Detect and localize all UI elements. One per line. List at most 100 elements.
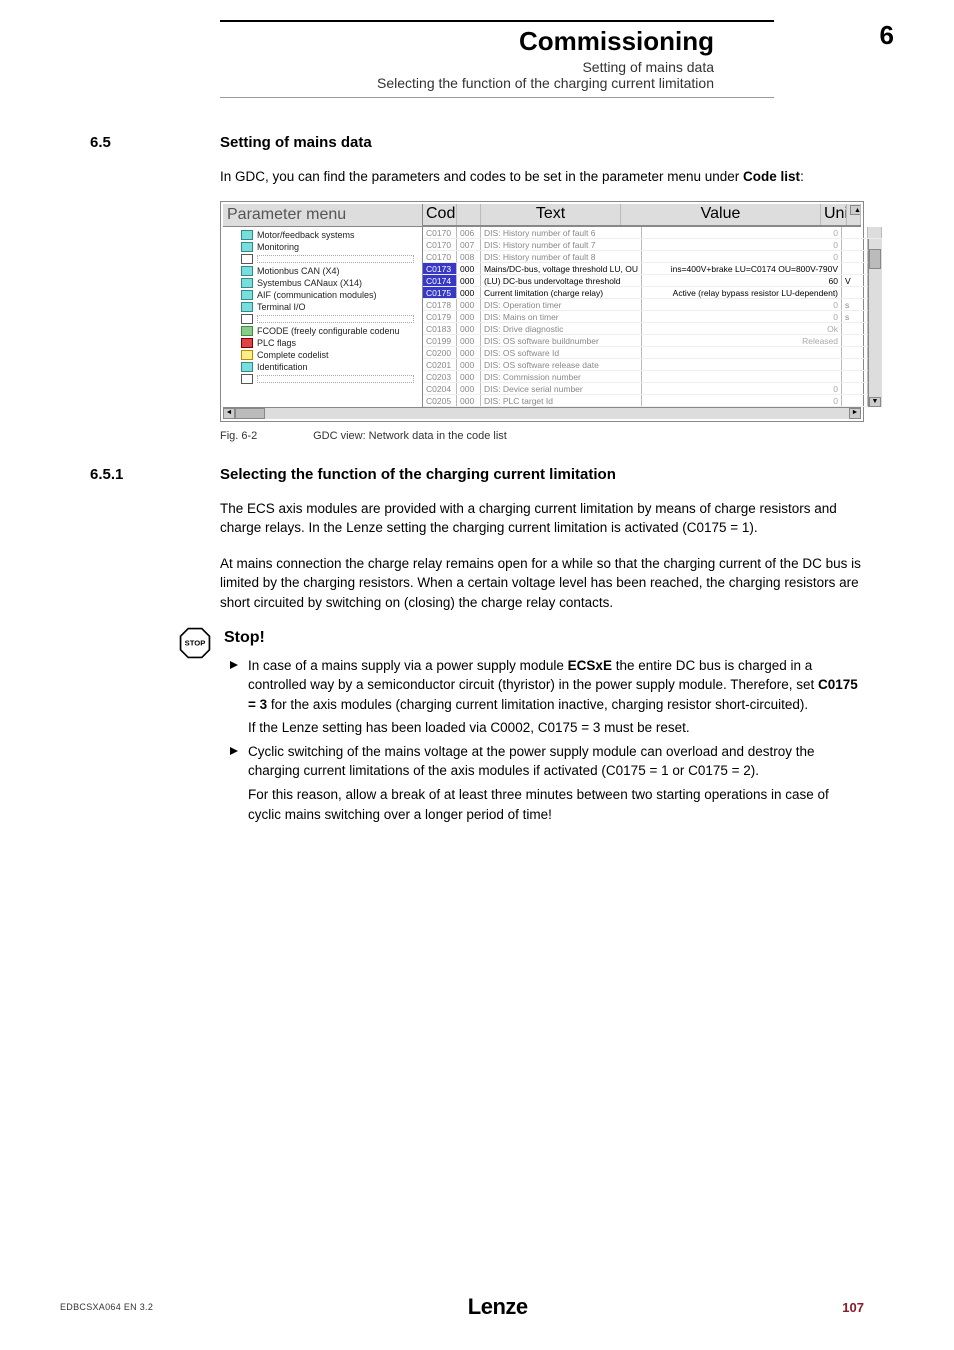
cell-sub: 000 [457, 275, 481, 286]
header-title: Commissioning [0, 26, 714, 57]
folder-icon [241, 374, 253, 384]
grid-row[interactable]: C0203000DIS: Commission number [423, 371, 882, 383]
b1-text-f: If the Lenze setting has been loaded via… [248, 718, 864, 738]
dotted-line [257, 375, 414, 383]
grid-row[interactable]: C0170008DIS: History number of fault 80 [423, 251, 882, 263]
cell-code: C0199 [423, 335, 457, 346]
bullet-1: In case of a mains supply via a power su… [224, 656, 864, 738]
cell-unit [842, 347, 868, 358]
scroll-left-icon[interactable]: ◄ [223, 408, 235, 419]
section-title: Setting of mains data [220, 134, 372, 151]
grid-row[interactable]: C0179000DIS: Mains on timer0s [423, 311, 882, 323]
grid-row[interactable]: C0178000DIS: Operation timer0s [423, 299, 882, 311]
tree-item[interactable] [223, 313, 422, 325]
b1-text-e: for the axis modules (charging current l… [267, 697, 808, 712]
folder-icon [241, 278, 253, 288]
b1-text-a: In case of a mains supply via a power su… [248, 658, 568, 673]
cell-value: 0 [642, 311, 842, 322]
cell-code: C0174 [423, 275, 457, 286]
folder-icon [241, 338, 253, 348]
scroll-right-icon[interactable]: ► [849, 408, 861, 419]
cell-sub: 000 [457, 335, 481, 346]
scroll-up-icon[interactable]: ▲ [850, 205, 861, 215]
folder-icon [241, 350, 253, 360]
cell-text: DIS: OS software buildnumber [481, 335, 642, 346]
grid-row[interactable]: C0201000DIS: OS software release date [423, 359, 882, 371]
section-6-5-1: 6.5.1 Selecting the function of the char… [0, 442, 954, 483]
subsection-number: 6.5.1 [90, 466, 220, 483]
col-text: Text [481, 204, 621, 225]
scrollbar-thumb[interactable] [869, 249, 881, 269]
cell-sub: 000 [457, 323, 481, 334]
stop-heading: Stop! [224, 626, 864, 649]
cell-text: DIS: OS software release date [481, 359, 642, 370]
cell-sub: 000 [457, 311, 481, 322]
tree-item[interactable]: Monitoring [223, 241, 422, 253]
grid-row[interactable]: C0204000DIS: Device serial number0 [423, 383, 882, 395]
cell-value: 60 [642, 275, 842, 286]
cell-text: Mains/DC-bus, voltage threshold LU, OU [481, 263, 642, 274]
cell-code: C0175 [423, 287, 457, 298]
h-scrollbar-thumb[interactable] [235, 408, 265, 419]
tree-item[interactable] [223, 253, 422, 265]
grid-row[interactable]: C0199000DIS: OS software buildnumberRele… [423, 335, 882, 347]
cell-sub: 000 [457, 359, 481, 370]
page-footer: EDBCSXA064 EN 3.2 Lenze 107 [0, 1294, 954, 1320]
grid-row[interactable]: C0205000DIS: PLC target Id0 [423, 395, 882, 407]
tree-item-label: Motor/feedback systems [257, 230, 355, 240]
gdc-tree[interactable]: Motor/feedback systemsMonitoring Motionbu… [223, 227, 423, 407]
cell-value: 0 [642, 227, 842, 238]
cell-unit [842, 395, 868, 406]
grid-row[interactable]: C0170007DIS: History number of fault 70 [423, 239, 882, 251]
cell-value: Ok [642, 323, 842, 334]
vertical-scrollbar[interactable]: ▼ [868, 239, 882, 407]
scroll-down-icon[interactable]: ▼ [869, 397, 881, 407]
folder-icon [241, 326, 253, 336]
cell-sub: 007 [457, 239, 481, 250]
tree-item[interactable]: Complete codelist [223, 349, 422, 361]
tree-item[interactable]: PLC flags [223, 337, 422, 349]
cell-sub: 000 [457, 347, 481, 358]
tree-item-label: Identification [257, 362, 308, 372]
grid-row[interactable]: C0183000DIS: Drive diagnosticOk [423, 323, 882, 335]
tree-item[interactable]: Motionbus CAN (X4) [223, 265, 422, 277]
cell-unit [842, 263, 868, 274]
grid-row[interactable]: C0174000(LU) DC-bus undervoltage thresho… [423, 275, 882, 287]
tree-item[interactable]: Terminal I/O [223, 301, 422, 313]
cell-sub: 000 [457, 371, 481, 382]
page-header: Commissioning Setting of mains data Sele… [0, 0, 954, 98]
tree-item[interactable]: Systembus CANaux (X14) [223, 277, 422, 289]
cell-code: C0205 [423, 395, 457, 406]
horizontal-scrollbar[interactable]: ◄ ► [223, 407, 861, 419]
tree-item-label: PLC flags [257, 338, 296, 348]
cell-value: Released [642, 335, 842, 346]
tree-item[interactable]: Motor/feedback systems [223, 229, 422, 241]
grid-row[interactable]: C0170006DIS: History number of fault 60 [423, 227, 882, 239]
para-after: : [800, 169, 804, 184]
cell-unit [842, 383, 868, 394]
cell-text: DIS: Drive diagnostic [481, 323, 642, 334]
grid-row[interactable]: C0200000DIS: OS software Id [423, 347, 882, 359]
cell-text: DIS: History number of fault 7 [481, 239, 642, 250]
b2-text-b: For this reason, allow a break of at lea… [248, 785, 864, 824]
cell-code: C0170 [423, 239, 457, 250]
tree-item-label: FCODE (freely configurable codenu [257, 326, 400, 336]
cell-code: C0201 [423, 359, 457, 370]
tree-item[interactable] [223, 373, 422, 385]
cell-text: DIS: Operation timer [481, 299, 642, 310]
folder-icon [241, 302, 253, 312]
grid-row[interactable]: C0173000Mains/DC-bus, voltage threshold … [423, 263, 882, 275]
lenze-logo: Lenze [468, 1294, 528, 1320]
footer-page-number: 107 [842, 1300, 864, 1315]
tree-item[interactable]: AIF (communication modules) [223, 289, 422, 301]
section-number: 6.5 [90, 134, 220, 151]
dotted-line [257, 255, 414, 263]
col-sub [457, 204, 481, 225]
tree-item[interactable]: FCODE (freely configurable codenu [223, 325, 422, 337]
folder-icon [241, 362, 253, 372]
cell-unit [842, 359, 868, 370]
stop-callout: STOP Stop! In case of a mains supply via… [0, 612, 954, 824]
grid-row[interactable]: C0175000Current limitation (charge relay… [423, 287, 882, 299]
tree-item[interactable]: Identification [223, 361, 422, 373]
cell-value [642, 347, 842, 358]
